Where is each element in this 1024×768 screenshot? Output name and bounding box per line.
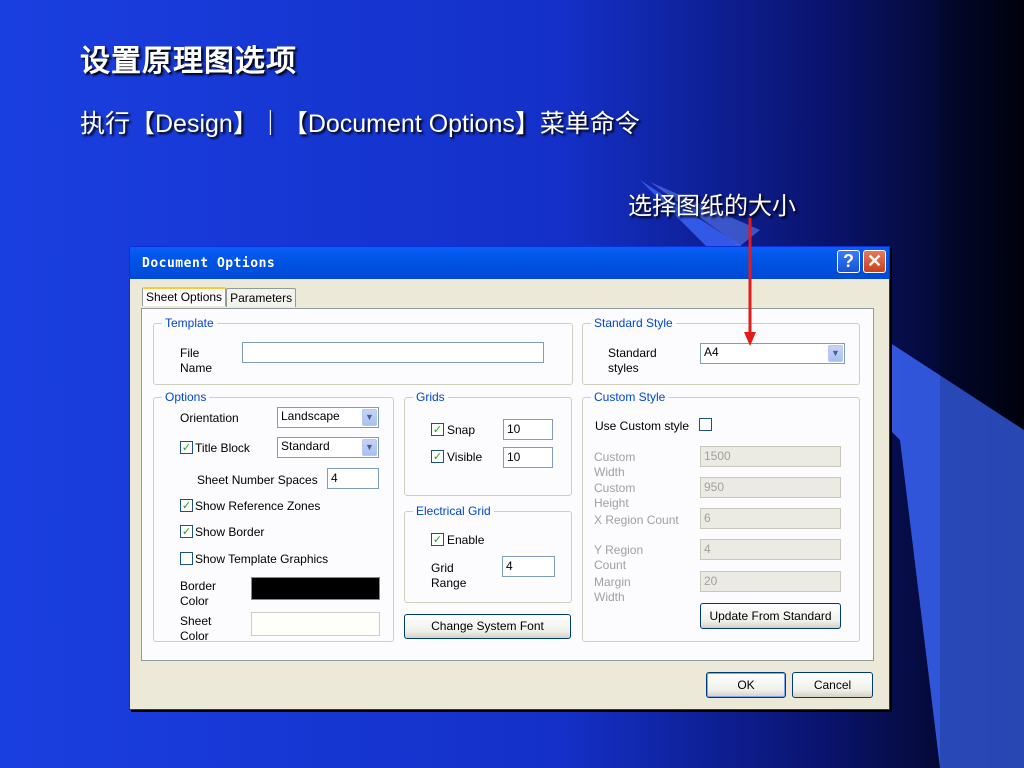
snap-label: Snap bbox=[447, 423, 476, 437]
custom-height-label: Custom Height bbox=[594, 481, 636, 510]
grid-range-input[interactable]: 4 bbox=[502, 556, 555, 577]
title-block-value: Standard bbox=[281, 439, 330, 453]
slide-title: 设置原理图选项 bbox=[80, 44, 297, 79]
x-region-count-label: X Region Count bbox=[594, 513, 679, 527]
grid-range-label: Grid Range bbox=[431, 561, 467, 590]
use-custom-style-checkbox[interactable] bbox=[699, 418, 712, 431]
border-color-swatch[interactable] bbox=[251, 577, 380, 600]
title-block-checkbox[interactable]: ✓ bbox=[180, 441, 193, 454]
custom-width-label: Custom Width bbox=[594, 450, 636, 479]
enable-checkbox[interactable]: ✓ bbox=[431, 533, 444, 546]
visible-checkbox[interactable]: ✓ bbox=[431, 450, 444, 463]
standard-styles-value: A4 bbox=[704, 345, 719, 359]
options-legend: Options bbox=[162, 390, 210, 404]
margin-width-label: Margin Width bbox=[594, 575, 631, 604]
title-block-select[interactable]: Standard ▼ bbox=[277, 437, 379, 458]
tab-parameters[interactable]: Parameters bbox=[226, 288, 297, 307]
sheet-color-label: Sheet Color bbox=[180, 614, 212, 643]
sheet-number-spaces-input[interactable]: 4 bbox=[327, 468, 379, 489]
snap-checkbox[interactable]: ✓ bbox=[431, 423, 444, 436]
template-legend: Template bbox=[162, 316, 217, 330]
red-arrow-icon bbox=[744, 218, 756, 346]
annotation-text: 选择图纸的大小 bbox=[628, 192, 796, 220]
show-reference-zones-label: Show Reference Zones bbox=[195, 499, 321, 513]
margin-width-input[interactable]: 20 bbox=[700, 571, 841, 592]
tab-strip: Sheet Options Parameters bbox=[142, 287, 297, 307]
update-from-standard-button[interactable]: Update From Standard bbox=[700, 603, 841, 629]
tab-sheet-options[interactable]: Sheet Options bbox=[142, 287, 227, 306]
file-name-label: File Name bbox=[180, 346, 213, 375]
cancel-button[interactable]: Cancel bbox=[792, 672, 873, 698]
slide-subtitle: 执行【Design】｜【Document Options】菜单命令 bbox=[80, 110, 640, 138]
show-reference-zones-checkbox[interactable]: ✓ bbox=[180, 499, 193, 512]
show-border-checkbox[interactable]: ✓ bbox=[180, 525, 193, 538]
sheet-number-spaces-label: Sheet Number Spaces bbox=[197, 473, 318, 487]
show-border-label: Show Border bbox=[195, 525, 265, 539]
snap-input[interactable]: 10 bbox=[503, 419, 553, 440]
custom-height-input[interactable]: 950 bbox=[700, 477, 841, 498]
chevron-down-icon[interactable]: ▼ bbox=[828, 345, 843, 362]
sheet-options-panel: Template File Name Standard Style Standa… bbox=[141, 308, 874, 661]
orientation-value: Landscape bbox=[281, 409, 340, 423]
grids-legend: Grids bbox=[413, 390, 448, 404]
standard-styles-select[interactable]: A4 ▼ bbox=[700, 343, 845, 364]
custom-width-input[interactable]: 1500 bbox=[700, 446, 841, 467]
document-options-dialog: Document Options ? ✕ Sheet Options Param… bbox=[129, 246, 890, 710]
sheet-color-swatch[interactable] bbox=[251, 612, 380, 636]
chevron-down-icon[interactable]: ▼ bbox=[362, 439, 377, 456]
ok-button[interactable]: OK bbox=[706, 672, 786, 698]
visible-input[interactable]: 10 bbox=[503, 447, 553, 468]
y-region-count-input[interactable]: 4 bbox=[700, 539, 841, 560]
change-system-font-button[interactable]: Change System Font bbox=[404, 614, 571, 639]
file-name-input[interactable] bbox=[242, 342, 544, 363]
orientation-label: Orientation bbox=[180, 411, 239, 425]
standard-styles-label: Standard styles bbox=[608, 346, 657, 375]
visible-label: Visible bbox=[447, 450, 483, 464]
close-button[interactable]: ✕ bbox=[863, 250, 886, 273]
dialog-title: Document Options bbox=[142, 255, 276, 271]
electrical-grid-legend: Electrical Grid bbox=[413, 504, 494, 518]
dialog-titlebar[interactable]: Document Options ? ✕ bbox=[130, 247, 889, 279]
show-template-graphics-label: Show Template Graphics bbox=[195, 552, 329, 566]
custom-style-legend: Custom Style bbox=[591, 390, 669, 404]
orientation-select[interactable]: Landscape ▼ bbox=[277, 407, 379, 428]
border-color-label: Border Color bbox=[180, 579, 217, 608]
y-region-count-label: Y Region Count bbox=[594, 543, 644, 572]
enable-label: Enable bbox=[447, 533, 485, 547]
help-button[interactable]: ? bbox=[837, 250, 860, 273]
title-block-label: Title Block bbox=[195, 441, 250, 455]
use-custom-style-label: Use Custom style bbox=[595, 419, 690, 433]
standard-style-legend: Standard Style bbox=[591, 316, 676, 330]
x-region-count-input[interactable]: 6 bbox=[700, 508, 841, 529]
chevron-down-icon[interactable]: ▼ bbox=[362, 409, 377, 426]
show-template-graphics-checkbox[interactable] bbox=[180, 552, 193, 565]
